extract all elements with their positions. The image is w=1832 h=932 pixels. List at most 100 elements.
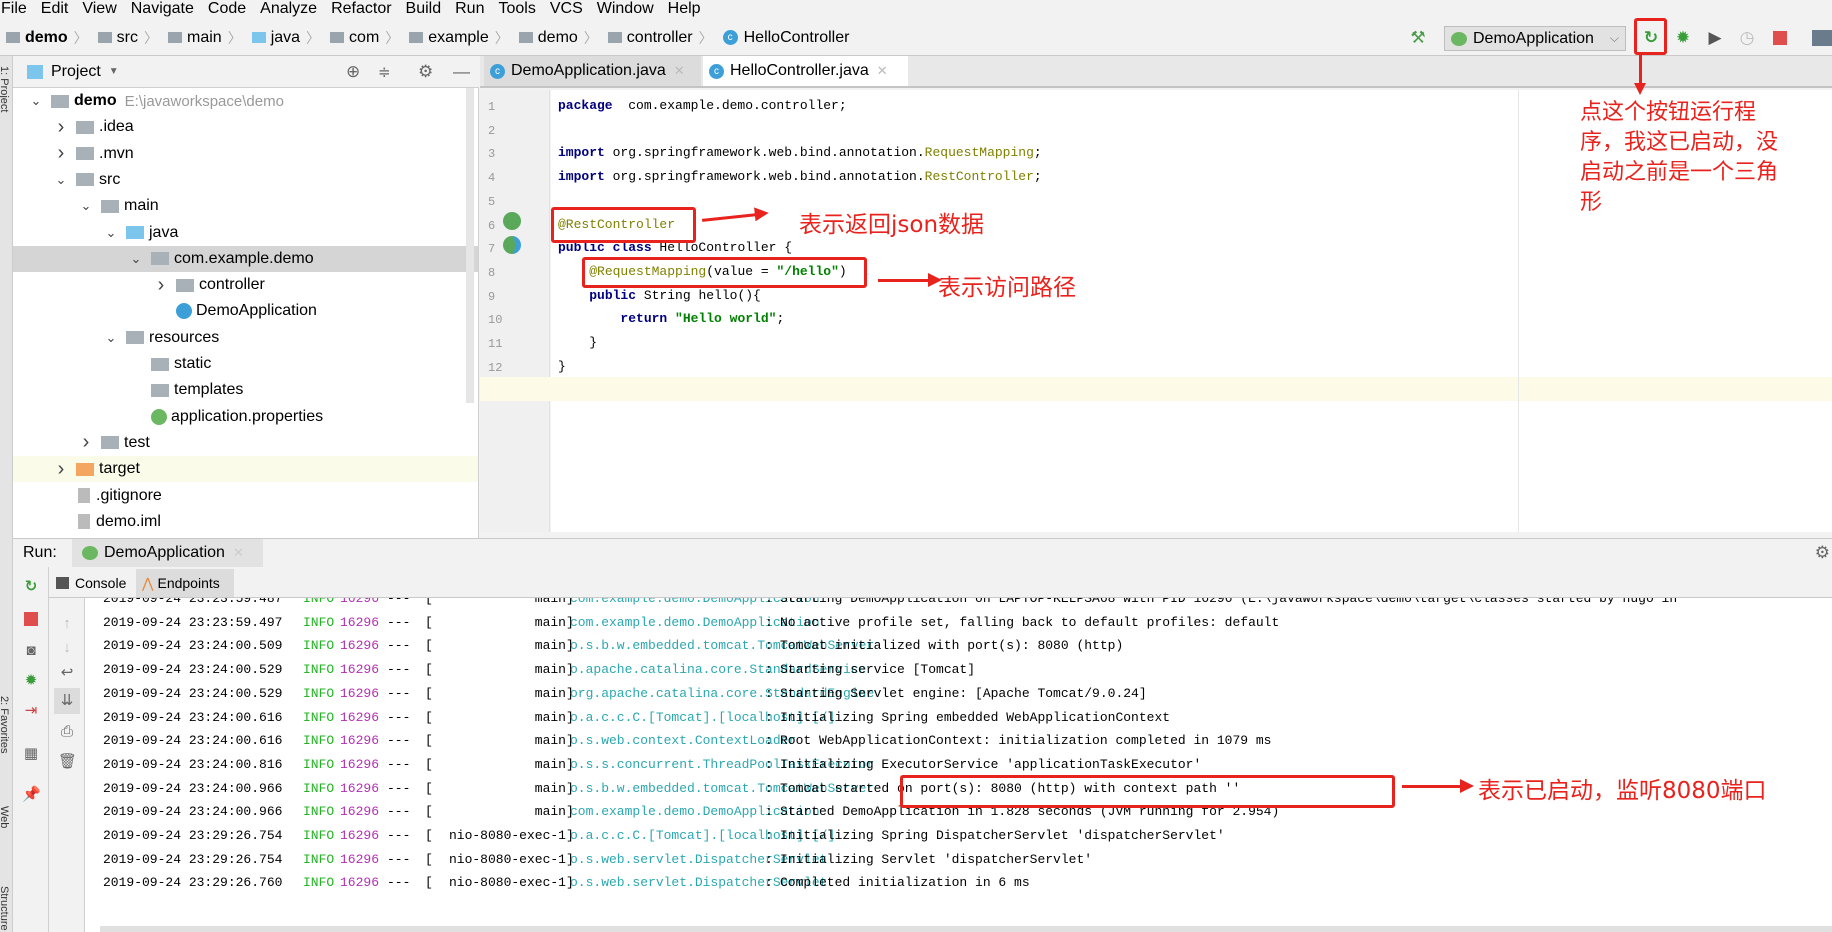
log-line[interactable]: 2019-09-24 23:23:59.497 INFO 16296 --- [main… — [85, 611, 1832, 635]
spring-bean-gutter-icon[interactable] — [503, 212, 521, 230]
web-tool-window-button[interactable]: Web — [0, 806, 10, 828]
tab-hello-controller[interactable]: c HelloController.java ✕ — [703, 56, 908, 86]
code-line[interactable]: import org.springframework.web.bind.anno… — [558, 165, 1042, 189]
menu-help[interactable]: Help — [661, 0, 708, 19]
tree-item-test[interactable]: › test — [13, 430, 478, 456]
chevron-right-icon[interactable]: › — [54, 116, 68, 139]
chevron-down-icon[interactable]: ⌄ — [104, 330, 118, 346]
trash-icon[interactable]: 🗑 — [58, 753, 77, 771]
tree-item--idea[interactable]: › .idea — [13, 114, 478, 140]
rerun-icon[interactable]: ↻ — [22, 578, 40, 596]
tree-item-target[interactable]: › target — [13, 456, 478, 483]
chevron-right-icon[interactable]: › — [154, 274, 168, 297]
chevron-right-icon[interactable]: › — [54, 142, 68, 165]
gear-icon[interactable]: ⚙ — [1815, 543, 1830, 563]
close-icon[interactable]: ✕ — [674, 63, 685, 79]
breadcrumb-item[interactable]: controller 〉 — [602, 28, 713, 48]
chevron-down-icon[interactable]: ⌄ — [104, 225, 118, 241]
down-arrow-icon[interactable]: ↓ — [58, 639, 76, 657]
code-line[interactable]: import org.springframework.web.bind.anno… — [558, 141, 1042, 165]
up-arrow-icon[interactable]: ↑ — [58, 615, 76, 633]
close-icon[interactable]: ✕ — [233, 545, 244, 561]
stop-icon[interactable] — [24, 612, 38, 626]
print-icon[interactable]: ⎙ — [58, 723, 76, 741]
console-output[interactable]: 2019-09-24 23:23:59.487 INFO 16296 --- [main… — [85, 598, 1832, 932]
breadcrumb-item[interactable]: main 〉 — [162, 28, 242, 48]
tree-item-demo-iml[interactable]: demo.iml — [13, 509, 478, 535]
minimize-icon[interactable]: — — [453, 62, 470, 82]
spring-controller-gutter-icon[interactable] — [503, 236, 521, 254]
close-icon[interactable]: ✕ — [877, 63, 888, 79]
menu-build[interactable]: Build — [399, 0, 449, 19]
log-line[interactable]: 2019-09-24 23:24:00.616 INFO 16296 --- [main… — [85, 729, 1832, 753]
tab-console[interactable]: Console — [50, 569, 134, 597]
dropdown-arrow-icon[interactable]: ▼ — [109, 66, 119, 77]
tree-item-src[interactable]: ⌄ src — [13, 167, 478, 193]
run-tab-demo-application[interactable]: DemoApplication ✕ — [72, 539, 263, 567]
chevron-down-icon[interactable]: ⌄ — [29, 93, 43, 109]
tab-demo-application[interactable]: c DemoApplication.java ✕ — [484, 56, 701, 86]
tree-item-java[interactable]: ⌄ java — [13, 220, 478, 246]
tree-item-templates[interactable]: templates — [13, 377, 478, 403]
menu-view[interactable]: View — [75, 0, 123, 19]
log-line[interactable]: 2019-09-24 23:24:00.616 INFO 16296 --- [main… — [85, 706, 1832, 730]
breadcrumb-item[interactable]: java 〉 — [246, 28, 320, 48]
locate-target-icon[interactable]: ⊕ — [346, 62, 360, 82]
menu-tools[interactable]: Tools — [491, 0, 542, 19]
log-line[interactable]: 2019-09-24 23:29:26.760 INFO 16296 --- [nio-… — [85, 871, 1832, 895]
log-line[interactable]: 2019-09-24 23:29:26.754 INFO 16296 --- [nio-… — [85, 824, 1832, 848]
debug-bug-icon[interactable]: ✹ — [1673, 28, 1693, 48]
tree-item-demo[interactable]: ⌄ demo E:\javaworkspace\demo — [13, 88, 478, 114]
favorites-tool-window-button[interactable]: 2: Favorites — [0, 696, 10, 753]
log-line[interactable]: 2019-09-24 23:24:00.509 INFO 16296 --- [main… — [85, 634, 1832, 658]
profiler-icon[interactable]: ◷ — [1737, 28, 1757, 48]
log-line[interactable]: 2019-09-24 23:23:59.487 INFO 16296 --- [main… — [85, 598, 1832, 611]
breadcrumb-item[interactable]: src 〉 — [92, 28, 158, 48]
tree-item-controller[interactable]: › controller — [13, 272, 478, 298]
run-config-dropdown[interactable]: DemoApplication ⌵ — [1444, 26, 1626, 51]
log-line[interactable]: 2019-09-24 23:24:00.529 INFO 16296 --- [main… — [85, 658, 1832, 682]
breadcrumb-item[interactable]: example 〉 — [403, 28, 509, 48]
gear-icon[interactable]: ⚙ — [418, 62, 433, 82]
build-hammer-icon[interactable]: ⚒ — [1408, 28, 1428, 48]
menu-vcs[interactable]: VCS — [543, 0, 590, 19]
tree-item-static[interactable]: static — [13, 351, 478, 377]
breadcrumb-item[interactable]: demo 〉 — [0, 28, 88, 48]
soft-wrap-icon[interactable]: ↩ — [58, 664, 76, 682]
horizontal-scrollbar[interactable] — [100, 926, 1832, 932]
tree-item--gitignore[interactable]: .gitignore — [13, 483, 478, 509]
breadcrumb-item[interactable]: demo 〉 — [513, 28, 598, 48]
log-line[interactable]: 2019-09-24 23:24:00.529 INFO 16296 --- [main… — [85, 682, 1832, 706]
camera-icon[interactable]: ◙ — [22, 642, 40, 660]
tree-item-application-properties[interactable]: application.properties — [13, 404, 478, 430]
menu-edit[interactable]: Edit — [34, 0, 76, 19]
log-line[interactable]: 2019-09-24 23:29:26.754 INFO 16296 --- [nio-… — [85, 848, 1832, 872]
stop-icon[interactable] — [1773, 31, 1787, 45]
import-icon[interactable]: ⇥ — [22, 702, 40, 720]
chevron-down-icon[interactable]: ⌄ — [54, 172, 68, 188]
layout-icon[interactable]: ▦ — [22, 745, 40, 763]
tree-item-demoapplication[interactable]: DemoApplication — [13, 298, 478, 324]
menu-file[interactable]: File — [0, 0, 34, 19]
code-line[interactable]: } — [558, 355, 566, 379]
tree-item-com-example-demo[interactable]: ⌄ com.example.demo — [13, 245, 478, 272]
menu-run[interactable]: Run — [448, 0, 491, 19]
code-line[interactable]: return "Hello world"; — [558, 307, 784, 331]
chevron-down-icon[interactable]: ⌄ — [129, 251, 143, 267]
menu-analyze[interactable]: Analyze — [253, 0, 324, 19]
scroll-to-end-icon[interactable]: ⇊ — [54, 688, 80, 714]
code-line[interactable]: } — [558, 331, 597, 355]
tab-endpoints[interactable]: ⋀ Endpoints — [136, 569, 234, 597]
tree-item-resources[interactable]: ⌄ resources — [13, 325, 478, 351]
tree-item-main[interactable]: ⌄ main — [13, 193, 478, 219]
code-line[interactable]: package com.example.demo.controller; — [558, 94, 847, 118]
chevron-down-icon[interactable]: ⌄ — [79, 198, 93, 214]
project-view-selector[interactable]: Project — [51, 63, 101, 81]
project-structure-icon[interactable] — [1812, 30, 1832, 46]
menu-code[interactable]: Code — [201, 0, 253, 19]
pin-icon[interactable]: 📌 — [22, 786, 41, 804]
menu-refactor[interactable]: Refactor — [324, 0, 398, 19]
menu-window[interactable]: Window — [590, 0, 661, 19]
run-with-coverage-icon[interactable]: ▶ — [1705, 28, 1725, 48]
tree-scrollbar[interactable] — [466, 88, 474, 403]
